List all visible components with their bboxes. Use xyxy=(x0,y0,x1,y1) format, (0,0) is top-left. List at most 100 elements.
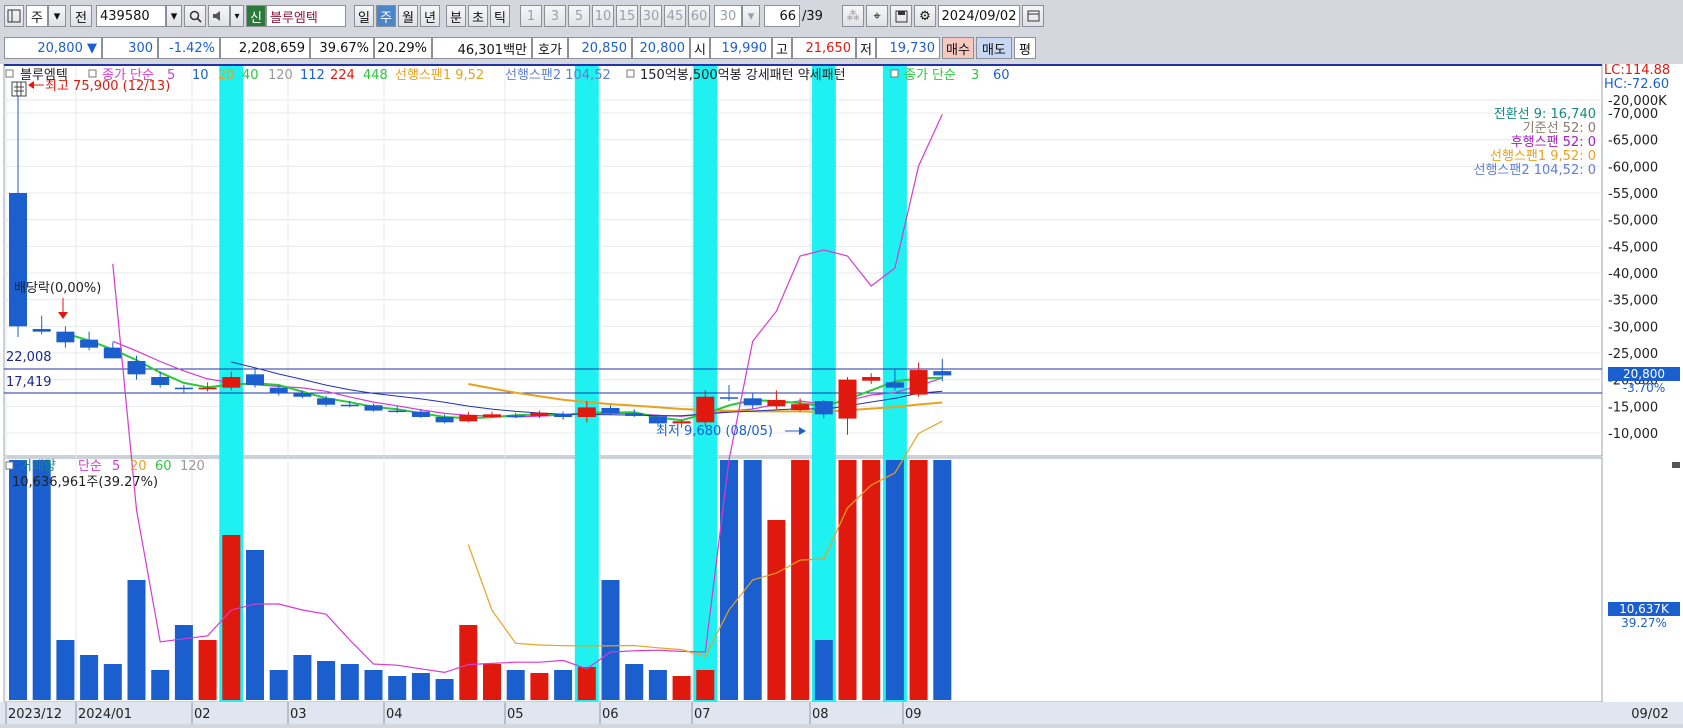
turnover: 20.29% xyxy=(374,37,432,59)
x-axis-label: 2024/01 xyxy=(78,707,132,722)
period-week[interactable]: 주 xyxy=(376,5,396,27)
price-tick-label: -65,000 xyxy=(1608,134,1658,149)
period-minute[interactable]: 분 xyxy=(446,5,466,27)
candle-body xyxy=(340,404,359,407)
high-marker: 최고 75,900 (12/13) xyxy=(45,79,170,94)
volume-bar xyxy=(909,460,928,700)
period-month[interactable]: 월 xyxy=(398,5,418,27)
period-second[interactable]: 초 xyxy=(468,5,488,27)
buy-button[interactable]: 매수 xyxy=(942,37,974,59)
count-input[interactable]: 66 xyxy=(764,5,800,27)
x-axis-label: 2023/12 xyxy=(8,707,62,722)
x-axis-label: 04 xyxy=(386,707,403,722)
prev-button[interactable]: 전 xyxy=(70,5,92,27)
volume-legend-20: 20 xyxy=(130,459,147,474)
period-select[interactable]: 주 xyxy=(26,5,48,27)
period-tick[interactable]: 틱 xyxy=(490,5,510,27)
volume-legend-name: 거래량 xyxy=(20,459,56,474)
minute-1[interactable]: 1 xyxy=(520,5,542,27)
candle-body xyxy=(56,331,75,343)
volume-bar xyxy=(483,664,501,700)
price-tick-label: -15,000 xyxy=(1608,400,1658,415)
minute-dropdown-icon[interactable]: ▾ xyxy=(742,5,760,27)
candle-body xyxy=(435,417,454,423)
lc-label: LC:114.88 xyxy=(1604,64,1670,78)
speaker-dropdown-icon[interactable]: ▾ xyxy=(230,5,244,27)
stock-name[interactable]: 블루엠텍 xyxy=(266,5,346,27)
x-axis-label: 07 xyxy=(694,707,711,722)
minute-30[interactable]: 30 xyxy=(640,5,662,27)
gear-icon[interactable]: ⚙ xyxy=(914,5,936,27)
volume-bar xyxy=(435,679,454,700)
legend-ma-448: 448 xyxy=(363,68,388,83)
volume-ratio: 39.67% xyxy=(310,37,374,59)
search-icon[interactable] xyxy=(184,5,206,27)
dividend-label: 배당락(0,00%) xyxy=(14,281,101,296)
volume-bar xyxy=(198,640,217,700)
volume-bar xyxy=(411,673,430,700)
calendar-icon[interactable] xyxy=(1022,5,1044,27)
ask-price: 20,850 xyxy=(568,37,632,59)
volume-bar xyxy=(80,655,99,700)
flat-button[interactable]: 평 xyxy=(1014,37,1036,59)
candle-body xyxy=(388,410,407,413)
candle-body xyxy=(577,407,596,417)
count-total: /39 xyxy=(802,9,823,24)
candle-body xyxy=(317,398,336,405)
top-toolbar: 주 ▾ 전 439580 ▾ ▾ 신 블루엠텍 일 주 월 년 분 초 틱 1 … xyxy=(0,0,1683,32)
price-tick-label: -10,000 xyxy=(1608,427,1658,442)
legend-ma2-3: 3 xyxy=(971,68,979,83)
legend-ma-120: 120 xyxy=(268,68,293,83)
candle-body xyxy=(80,339,99,348)
minute-60[interactable]: 60 xyxy=(688,5,710,27)
volume-bar xyxy=(530,673,549,700)
open-label: 시 xyxy=(690,37,710,59)
date-input[interactable]: 2024/09/02 xyxy=(938,5,1020,27)
volume-bar xyxy=(625,664,644,700)
x-axis-label: 08 xyxy=(812,707,829,722)
candle-body xyxy=(127,361,146,375)
volume-bar xyxy=(293,655,312,700)
legend-ma-20: 20 xyxy=(218,68,235,83)
chevron-down-icon[interactable]: ▾ xyxy=(48,5,66,27)
legend-pattern: 150억봉,500억봉 강세패턴 약세패턴 xyxy=(640,68,846,83)
bid-price: 20,800 xyxy=(632,37,690,59)
volume-bar xyxy=(9,460,27,700)
minute-10[interactable]: 10 xyxy=(592,5,614,27)
open-price: 19,990 xyxy=(710,37,772,59)
price-volume-chart[interactable]: -10,000-15,000-20,000-25,000-30,000-35,0… xyxy=(0,63,1683,724)
crosshair-icon[interactable]: ⌖ xyxy=(866,5,888,27)
current-price: 20,800 ▼ xyxy=(4,37,102,59)
candle-body xyxy=(885,382,904,388)
ichimoku-span1: 선행스팬1 9,52: 0 xyxy=(1490,148,1596,164)
minute-select[interactable]: 30 xyxy=(714,5,742,27)
candle-body xyxy=(364,405,383,411)
minute-15[interactable]: 15 xyxy=(616,5,638,27)
candle-body xyxy=(411,411,430,417)
candle-icon[interactable]: ⁂ xyxy=(842,5,864,27)
code-input[interactable]: 439580 xyxy=(96,5,166,27)
sell-button[interactable]: 매도 xyxy=(976,37,1012,59)
layout-icon[interactable] xyxy=(4,5,24,27)
save-icon[interactable] xyxy=(890,5,912,27)
period-day[interactable]: 일 xyxy=(354,5,374,27)
minute-5[interactable]: 5 xyxy=(568,5,590,27)
highlight-band xyxy=(811,66,836,702)
ichimoku-lagging: 후행스팬 52: 0 xyxy=(1511,134,1596,150)
candle-body xyxy=(483,414,501,417)
price-tick-label: -25,000 xyxy=(1608,347,1658,362)
collapse-icon[interactable] xyxy=(1672,462,1680,468)
code-dropdown-icon[interactable]: ▾ xyxy=(166,5,182,27)
volume: 2,208,659 xyxy=(220,37,310,59)
speaker-icon[interactable] xyxy=(208,5,230,27)
period-year[interactable]: 년 xyxy=(420,5,440,27)
price-change-pct: -1.42% xyxy=(158,37,220,59)
grid-toggle-icon[interactable] xyxy=(11,81,27,97)
volume-bar xyxy=(388,676,407,700)
legend-ma-224: 224 xyxy=(330,68,355,83)
candle-body xyxy=(269,387,288,393)
minute-3[interactable]: 3 xyxy=(544,5,566,27)
volume-bar xyxy=(32,460,51,700)
price-change: 300 xyxy=(102,37,158,59)
minute-45[interactable]: 45 xyxy=(664,5,686,27)
